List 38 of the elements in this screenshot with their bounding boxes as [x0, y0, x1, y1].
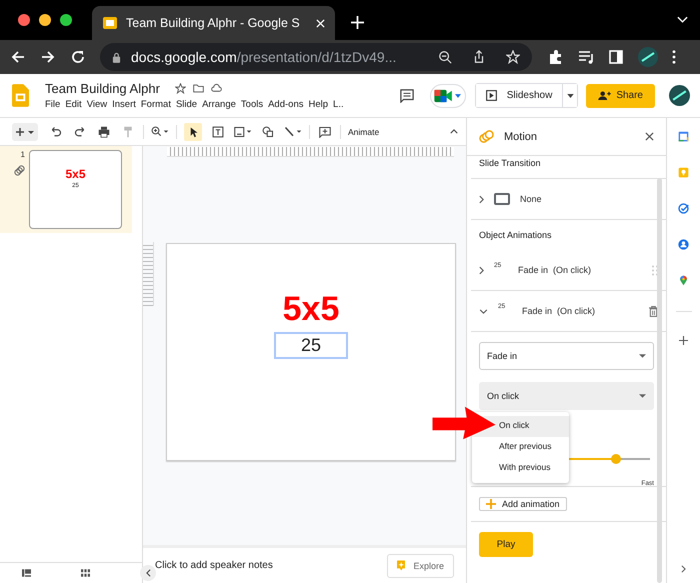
menu-item[interactable]: Insert	[112, 99, 141, 110]
menu-item[interactable]: File	[45, 99, 66, 110]
transition-label: None	[520, 194, 542, 204]
animation-label: Fade in (On click)	[518, 265, 592, 275]
effect-dropdown[interactable]: Fade in	[479, 342, 654, 370]
thumbnail-title: 5x5	[65, 167, 86, 181]
menu-item[interactable]: View	[86, 99, 112, 110]
menu-item[interactable]: Tools	[240, 99, 268, 110]
speaker-notes-placeholder[interactable]: Click to add speaker notes	[155, 560, 273, 571]
tab-title: Team Building Alphr - Google S	[126, 16, 301, 30]
slide-canvas[interactable]: 5x5 25	[166, 243, 456, 461]
menu-item[interactable]: Add-ons	[268, 99, 308, 110]
menu-item[interactable]: Format	[140, 99, 176, 110]
menu-option[interactable]: With previous	[472, 458, 569, 479]
play-button[interactable]: Play	[479, 532, 533, 557]
share-button[interactable]: Share	[586, 84, 655, 108]
document-title[interactable]: Team Building Alphr	[45, 81, 160, 96]
menu-item[interactable]: Edit	[65, 99, 87, 110]
trigger-dropdown[interactable]: On click	[479, 382, 654, 410]
slideshow-button[interactable]: Slideshow	[476, 84, 564, 107]
menu-option[interactable]: After previous	[472, 437, 569, 458]
section-heading: Slide Transition	[471, 156, 666, 179]
url-text: docs.google.com/presentation/d/1tzDv49...	[131, 49, 398, 65]
slide-title[interactable]: 5x5	[282, 292, 340, 326]
menu-item[interactable]: Arrange	[202, 99, 241, 110]
menu-item[interactable]: Slide	[176, 99, 202, 110]
browser-tab[interactable]: Team Building Alphr - Google S	[92, 6, 335, 40]
animation-label: Fade in (On click)	[522, 306, 596, 316]
selected-text-box[interactable]: 25	[274, 332, 348, 359]
address-bar[interactable]: docs.google.com/presentation/d/1tzDv49...	[100, 43, 532, 71]
add-animation-button[interactable]: Add animation	[479, 497, 567, 511]
explore-button[interactable]: Explore	[387, 554, 454, 578]
menu-item[interactable]: Help	[308, 99, 334, 110]
slide-number: 1	[20, 150, 25, 159]
panel-title: Motion	[504, 130, 538, 142]
section-heading: Object Animations	[478, 229, 553, 242]
animate-button[interactable]: Animate	[344, 126, 384, 136]
menu-item[interactable]: L..	[333, 99, 349, 110]
